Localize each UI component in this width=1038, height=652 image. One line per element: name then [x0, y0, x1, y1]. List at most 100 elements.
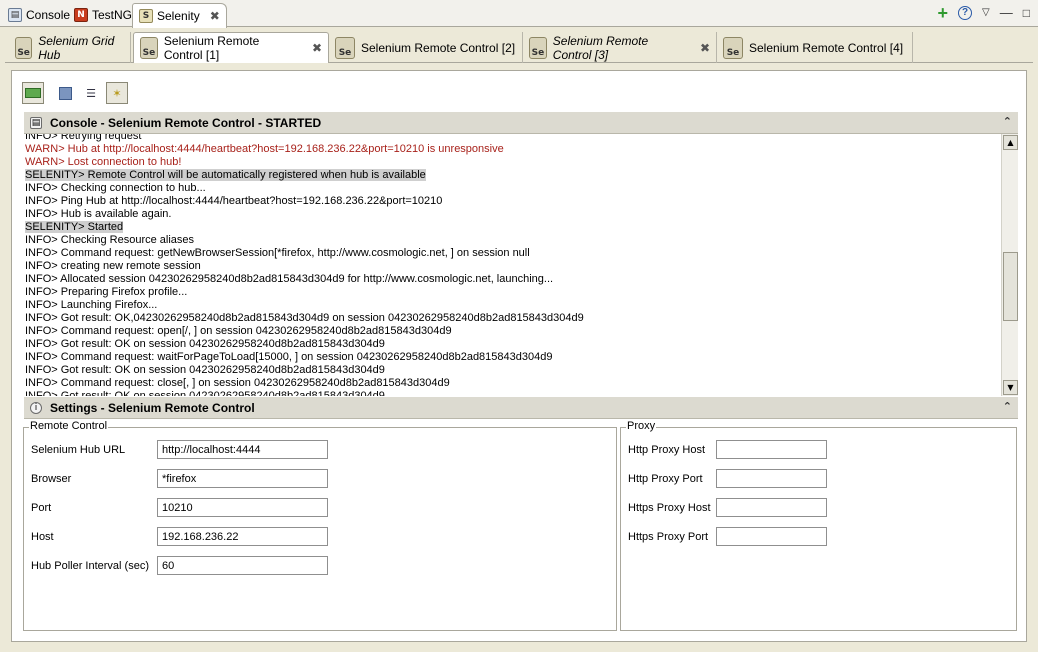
host-input[interactable]: [157, 527, 328, 546]
browser-input[interactable]: [157, 469, 328, 488]
maximize-icon[interactable]: □: [1023, 6, 1030, 20]
console-line-text: INFO> Launching Firefox...: [25, 299, 158, 311]
scroll-down-icon[interactable]: ▼: [1003, 380, 1018, 395]
close-icon[interactable]: ✖: [210, 9, 220, 23]
console-output[interactable]: INFO> Retrying request WARN> Hub at http:…: [24, 134, 1018, 396]
console-line: INFO> Allocated session 04230262958240d8…: [25, 273, 999, 286]
collapse-icon[interactable]: ⌃: [1003, 400, 1012, 413]
console-title: Console - Selenium Remote Control - STAR…: [50, 115, 322, 130]
view-tab-testng[interactable]: N TestNG: [68, 3, 138, 27]
http-proxy-port-input[interactable]: [716, 469, 827, 488]
view-tab-label: Selenity: [157, 9, 200, 23]
console-line: INFO> Retrying request: [25, 134, 999, 143]
console-line: INFO> Checking Resource aliases: [25, 234, 999, 247]
editor-tab-rc-3[interactable]: Se Selenium Remote Control [3] ✖: [523, 32, 717, 63]
console-line-text: INFO> Preparing Firefox profile...: [25, 286, 188, 298]
editor-area: ☰ ✶ ▤ Console - Selenium Remote Control …: [11, 70, 1027, 642]
console-line-text: WARN> Lost connection to hub!: [25, 156, 182, 168]
console-icon: ▤: [8, 8, 22, 22]
pin-icon: ✶: [112, 86, 122, 100]
https-proxy-port-label: Https Proxy Port: [628, 531, 709, 543]
http-proxy-host-label: Http Proxy Host: [628, 444, 706, 456]
console-line-text: SELENITY> Remote Control will be automat…: [25, 169, 426, 181]
editor-tab-label: Selenium Remote Control [1]: [163, 34, 260, 62]
start-stop-button[interactable]: [22, 82, 44, 104]
proxy-legend: Proxy: [626, 420, 657, 432]
hub-url-label: Selenium Hub URL: [31, 444, 126, 456]
browser-label: Browser: [31, 473, 72, 485]
console-line: INFO> Got result: OK on session 04230262…: [25, 390, 999, 396]
console-line-text: INFO> Checking connection to hub...: [25, 182, 206, 194]
console-line-text: INFO> Command request: open[/, ] on sess…: [25, 325, 452, 337]
poller-interval-input[interactable]: [157, 556, 328, 575]
poller-interval-label: Hub Poller Interval (sec): [31, 560, 149, 572]
console-line: INFO> Checking connection to hub...: [25, 182, 999, 195]
console-line: INFO> Ping Hub at http://localhost:4444/…: [25, 195, 999, 208]
console-lines: INFO> Retrying request WARN> Hub at http:…: [25, 134, 999, 396]
editor-tab-rc-4[interactable]: Se Selenium Remote Control [4]: [717, 32, 913, 63]
close-icon[interactable]: ✖: [312, 41, 322, 55]
port-input[interactable]: [157, 498, 328, 517]
host-label: Host: [31, 531, 54, 543]
console-line: INFO> Got result: OK on session 04230262…: [25, 338, 999, 351]
https-proxy-port-input[interactable]: [716, 527, 827, 546]
pin-console-button[interactable]: ✶: [106, 82, 128, 104]
editor-tab-label: Selenium Grid Hub: [38, 33, 115, 62]
remote-control-legend: Remote Control: [29, 420, 109, 432]
console-line-text: WARN> Hub at http://localhost:4444/heart…: [25, 143, 504, 155]
editor-tab-rc-2[interactable]: Se Selenium Remote Control [2]: [329, 32, 523, 63]
console-line: INFO> Command request: waitForPageToLoad…: [25, 351, 999, 364]
console-line: WARN> Lost connection to hub!: [25, 156, 999, 169]
editor-tab-rc-1[interactable]: Se Selenium Remote Control [1] ✖: [133, 32, 329, 63]
hub-url-input[interactable]: [157, 440, 328, 459]
console-line-text: INFO> Hub is available again.: [25, 208, 172, 220]
console-line-text: INFO> Retrying request: [25, 134, 142, 142]
view-tab-selenity[interactable]: S Selenity ✖: [132, 3, 227, 28]
plus-icon[interactable]: +: [938, 4, 949, 22]
editor-tab-grid-hub[interactable]: Se Selenium Grid Hub: [9, 32, 131, 63]
scroll-thumb[interactable]: [1003, 252, 1018, 321]
save-button[interactable]: [54, 82, 76, 104]
console-line-text: INFO> Command request: getNewBrowserSess…: [25, 247, 530, 259]
console-line: INFO> Hub is available again.: [25, 208, 999, 221]
selenium-se-icon: Se: [723, 36, 743, 59]
settings-title: Settings - Selenium Remote Control: [50, 400, 255, 415]
help-icon[interactable]: ?: [958, 5, 973, 20]
console-line-text: INFO> Ping Hub at http://localhost:4444/…: [25, 195, 443, 207]
clear-icon: ☰: [86, 86, 96, 100]
console-line-text: INFO> Got result: OK on session 04230262…: [25, 364, 385, 376]
console-line-text: INFO> Got result: OK,04230262958240d8b2a…: [25, 312, 584, 324]
view-tab-label: TestNG: [92, 8, 133, 22]
https-proxy-host-label: Https Proxy Host: [628, 502, 711, 514]
console-icon: ▤: [30, 116, 42, 129]
view-menu-icon[interactable]: ▽: [982, 7, 990, 18]
collapse-icon[interactable]: ⌃: [1003, 115, 1012, 128]
console-line: SELENITY> Remote Control will be automat…: [25, 169, 999, 182]
view-tab-label: Console: [26, 8, 71, 22]
console-line-text: INFO> Command request: waitForPageToLoad…: [25, 351, 553, 363]
info-icon: i: [30, 401, 42, 414]
view-tab-console[interactable]: ▤ Console: [2, 3, 76, 27]
http-proxy-host-input[interactable]: [716, 440, 827, 459]
clear-console-button[interactable]: ☰: [80, 82, 102, 104]
selenium-se-icon: Se: [335, 36, 355, 59]
vertical-scrollbar[interactable]: ▲ ▼: [1001, 134, 1018, 396]
close-icon[interactable]: ✖: [700, 41, 710, 55]
console-line: INFO> creating new remote session: [25, 260, 999, 273]
https-proxy-host-input[interactable]: [716, 498, 827, 517]
console-line: INFO> Command request: open[/, ] on sess…: [25, 325, 999, 338]
scroll-up-icon[interactable]: ▲: [1003, 135, 1018, 150]
console-line-text: INFO> Checking Resource aliases: [25, 234, 195, 246]
view-tab-bar: ▤ Console N TestNG S Selenity ✖ + ? ▽ — …: [0, 0, 1038, 28]
editor-tab-label: Selenium Remote Control [2]: [361, 40, 516, 55]
port-label: Port: [31, 502, 52, 514]
minimize-icon[interactable]: —: [1000, 5, 1013, 20]
settings-section-header: i Settings - Selenium Remote Control ⌃: [24, 397, 1018, 419]
console-line: SELENITY> Started: [25, 221, 999, 234]
console-line: INFO> Command request: close[, ] on sess…: [25, 377, 999, 390]
console-line: INFO> Preparing Firefox profile...: [25, 286, 999, 299]
http-proxy-port-label: Http Proxy Port: [628, 473, 703, 485]
save-icon: [58, 86, 72, 100]
selenium-se-icon: Se: [140, 37, 158, 59]
start-stop-icon: [25, 88, 41, 98]
